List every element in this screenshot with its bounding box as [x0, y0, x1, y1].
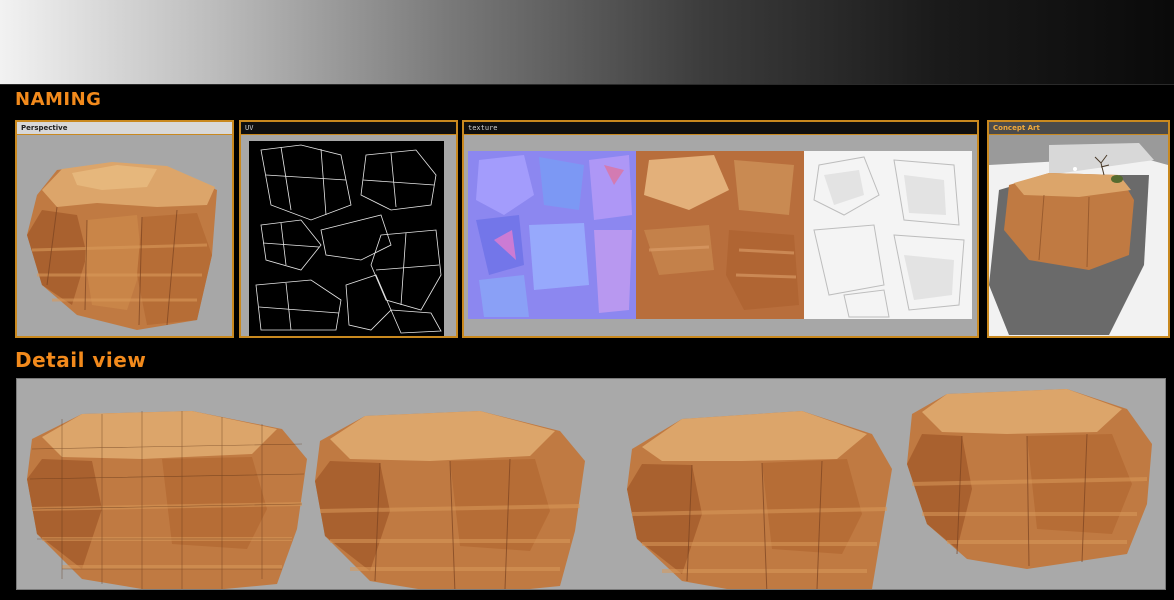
rock-render-side	[907, 389, 1152, 569]
perspective-viewport[interactable]	[17, 135, 232, 336]
texture-label-bar: texture	[464, 122, 977, 135]
rock-render-wireframe	[27, 411, 307, 589]
concept-rock-icon	[989, 135, 1168, 336]
figure-icon	[1073, 167, 1077, 171]
concept-label: Concept Art	[993, 124, 1040, 132]
texture-panel[interactable]: texture	[462, 120, 979, 338]
texture-maps-icon	[468, 151, 972, 319]
naming-section-title: NAMING	[15, 89, 102, 110]
concept-label-bar: Concept Art	[989, 122, 1168, 135]
header-divider	[0, 84, 1174, 85]
concept-art-panel[interactable]: Concept Art	[987, 120, 1170, 338]
uv-panel[interactable]: UV	[239, 120, 458, 338]
detail-rock-renders	[27, 389, 1152, 589]
detail-view-section-title: Detail view	[15, 348, 147, 372]
texture-label: texture	[468, 124, 498, 132]
header-gradient-band	[0, 0, 1174, 84]
detail-view-strip[interactable]	[16, 378, 1166, 590]
uv-viewport[interactable]	[241, 135, 456, 336]
concept-art-viewport[interactable]	[989, 135, 1168, 336]
texture-viewport[interactable]	[464, 135, 977, 336]
perspective-viewport-panel[interactable]: Perspective	[15, 120, 234, 338]
uv-wireframe-icon	[249, 141, 444, 336]
uv-label: UV	[245, 124, 254, 132]
rock-render-shaded-alt	[627, 411, 892, 589]
rock-cliff-icon	[27, 162, 217, 330]
uv-label-bar: UV	[241, 122, 456, 135]
rock-render-shaded	[315, 411, 585, 589]
perspective-label: Perspective	[21, 124, 68, 132]
perspective-label-bar: Perspective	[17, 122, 232, 135]
